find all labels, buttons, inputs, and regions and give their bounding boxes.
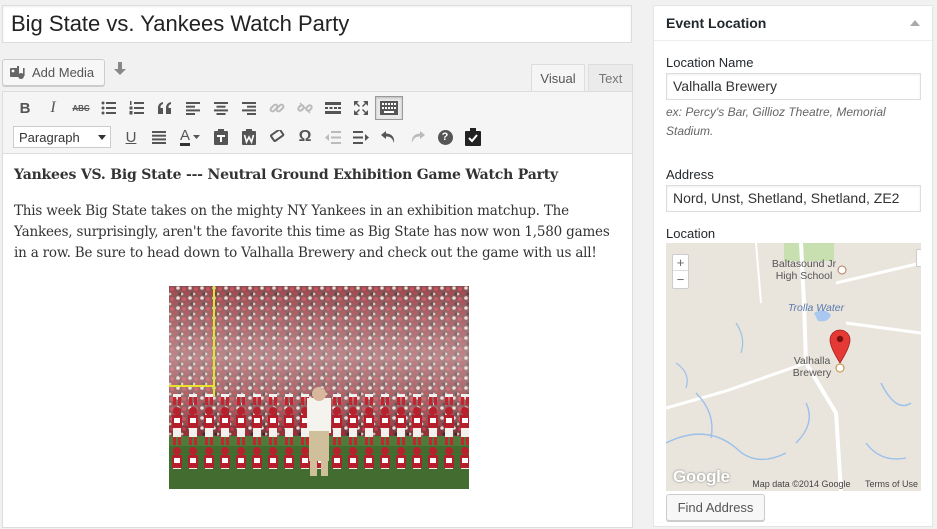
special-char-icon[interactable]: Ω bbox=[291, 125, 319, 149]
location-map[interactable]: Baltasound Jr High School Trolla Water V… bbox=[666, 243, 921, 491]
panel-title: Event Location bbox=[666, 15, 767, 31]
map-footer: Map data ©2014 Google Terms of Use bbox=[752, 479, 918, 489]
paste-text-icon[interactable] bbox=[207, 125, 235, 149]
dropdown-arrow-icon bbox=[193, 135, 200, 139]
address-input[interactable]: Nord, Unst, Shetland, Shetland, ZE2 bbox=[666, 185, 921, 212]
event-location-panel: Event Location Location Name Valhalla Br… bbox=[653, 5, 933, 527]
map-label-school: Baltasound Jr High School bbox=[771, 258, 837, 282]
add-media-label: Add Media bbox=[32, 65, 95, 80]
strikethrough-icon[interactable]: ABC bbox=[67, 96, 95, 120]
map-zoom-control: + − bbox=[672, 254, 689, 289]
blockquote-icon[interactable] bbox=[151, 96, 179, 120]
editor-content[interactable]: Yankees VS. Big State --- Neutral Ground… bbox=[14, 167, 624, 264]
fullscreen-icon[interactable] bbox=[347, 96, 375, 120]
link-icon[interactable] bbox=[263, 96, 291, 120]
tab-text[interactable]: Text bbox=[588, 64, 633, 91]
bulleted-list-icon[interactable] bbox=[95, 96, 123, 120]
media-icon bbox=[10, 65, 25, 79]
map-copyright: Map data ©2014 Google bbox=[752, 479, 851, 489]
toolbar-toggle-icon[interactable] bbox=[375, 96, 403, 120]
tab-visual[interactable]: Visual bbox=[531, 64, 585, 92]
location-name-input[interactable]: Valhalla Brewery bbox=[666, 73, 921, 100]
address-label: Address bbox=[666, 167, 714, 182]
help-icon[interactable]: ? bbox=[431, 125, 459, 149]
map-terms-link[interactable]: Terms of Use bbox=[865, 479, 918, 489]
find-address-button[interactable]: Find Address bbox=[666, 494, 765, 521]
map-type-control[interactable] bbox=[916, 249, 921, 267]
underline-icon[interactable]: U bbox=[117, 125, 145, 149]
align-right-icon[interactable] bbox=[235, 96, 263, 120]
justify-icon[interactable] bbox=[145, 125, 173, 149]
text-color-icon[interactable]: A bbox=[173, 125, 207, 149]
align-center-icon[interactable] bbox=[207, 96, 235, 120]
post-title-input[interactable]: Big State vs. Yankees Watch Party bbox=[2, 5, 632, 43]
format-select-value: Paragraph bbox=[19, 129, 80, 145]
indent-icon[interactable] bbox=[347, 125, 375, 149]
outdent-icon[interactable] bbox=[319, 125, 347, 149]
dropdown-arrow-icon bbox=[98, 134, 106, 140]
download-icon[interactable] bbox=[112, 61, 128, 79]
zoom-out-button[interactable]: − bbox=[673, 271, 688, 287]
paste-word-icon[interactable] bbox=[235, 125, 263, 149]
content-paragraph: This week Big State takes on the mighty … bbox=[14, 203, 610, 261]
custom-insert-icon[interactable] bbox=[459, 125, 487, 149]
redo-icon[interactable] bbox=[403, 125, 431, 149]
content-heading: Yankees VS. Big State --- Neutral Ground… bbox=[14, 167, 558, 183]
map-label-water: Trolla Water bbox=[787, 302, 845, 314]
undo-icon[interactable] bbox=[375, 125, 403, 149]
zoom-in-button[interactable]: + bbox=[673, 255, 688, 271]
editor: B I ABC Paragraph U A Ω ? Yankees VS. Bi… bbox=[2, 91, 633, 528]
editor-toolbar: B I ABC Paragraph U A Ω ? bbox=[3, 92, 632, 154]
numbered-list-icon[interactable] bbox=[123, 96, 151, 120]
toolbar-row-2: Paragraph U A Ω ? bbox=[11, 124, 487, 150]
format-select[interactable]: Paragraph bbox=[13, 126, 111, 148]
location-label: Location bbox=[666, 226, 716, 241]
football-team-photo bbox=[169, 286, 469, 489]
map-label-brewery: Valhalla Brewery bbox=[792, 355, 832, 379]
location-name-label: Location Name bbox=[666, 55, 754, 70]
read-more-icon[interactable] bbox=[319, 96, 347, 120]
google-logo: Google bbox=[673, 467, 730, 486]
event-location-header[interactable]: Event Location bbox=[654, 6, 932, 41]
add-media-button[interactable]: Add Media bbox=[2, 59, 105, 86]
unlink-icon[interactable] bbox=[291, 96, 319, 120]
italic-icon[interactable]: I bbox=[39, 96, 67, 120]
bold-icon[interactable]: B bbox=[11, 96, 39, 120]
location-name-hint: ex: Percy's Bar, Gillioz Theatre, Memori… bbox=[666, 105, 886, 138]
clear-format-icon[interactable] bbox=[263, 125, 291, 149]
collapse-arrow-icon[interactable] bbox=[910, 20, 920, 26]
align-left-icon[interactable] bbox=[179, 96, 207, 120]
toolbar-row-1: B I ABC bbox=[11, 95, 403, 121]
